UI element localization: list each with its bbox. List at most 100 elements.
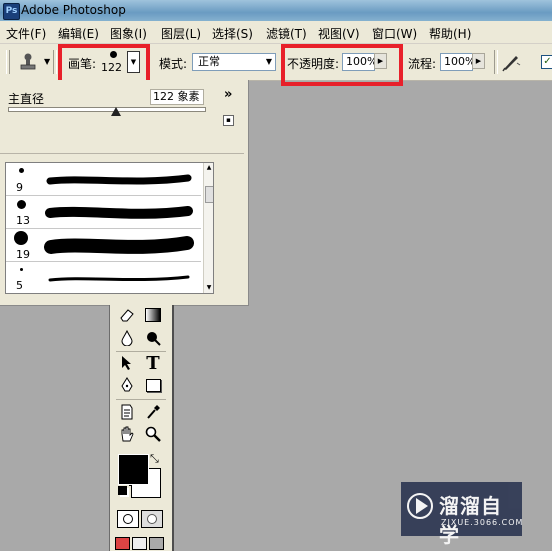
menu-layer[interactable]: 图层(L) bbox=[161, 25, 201, 42]
hand-icon bbox=[121, 426, 134, 442]
burn-hand-icon bbox=[147, 332, 161, 346]
photoshop-app-icon: Ps bbox=[3, 3, 20, 20]
separator bbox=[494, 50, 498, 74]
path-selection-tool[interactable] bbox=[117, 353, 137, 373]
brush-dot bbox=[14, 231, 28, 245]
opacity-label: 不透明度: bbox=[287, 57, 340, 71]
water-drop-icon bbox=[121, 330, 133, 346]
notes-tool[interactable] bbox=[117, 402, 137, 422]
airbrush-icon bbox=[502, 56, 521, 72]
brush-size: 5 bbox=[16, 279, 23, 292]
gradient-tool[interactable] bbox=[143, 305, 163, 325]
menu-edit[interactable]: 编辑(E) bbox=[58, 25, 99, 42]
burn-tool[interactable] bbox=[143, 328, 163, 348]
brush-stroke-preview bbox=[46, 174, 192, 185]
scroll-thumb[interactable] bbox=[205, 186, 213, 203]
preset-dropdown-arrow-icon[interactable]: ▼ bbox=[44, 57, 50, 66]
zoom-tool[interactable] bbox=[143, 424, 163, 444]
brush-stroke-preview bbox=[44, 236, 194, 254]
checkbox[interactable]: ✓ bbox=[541, 55, 552, 69]
eraser-tool[interactable] bbox=[117, 305, 137, 325]
quick-mask-mode-button[interactable] bbox=[141, 510, 163, 528]
menu-window[interactable]: 窗口(W) bbox=[372, 25, 417, 42]
hand-tool[interactable] bbox=[117, 424, 137, 444]
brush-list-scrollbar[interactable]: ▲ ▼ bbox=[203, 163, 213, 293]
brush-list[interactable]: 9 13 19 5 ▲ ▼ bbox=[5, 162, 214, 294]
default-colors-small-icon[interactable] bbox=[118, 486, 127, 495]
grip-divider bbox=[6, 50, 10, 74]
mode-select[interactable]: 正常 ▼ bbox=[192, 53, 276, 71]
brush-dot bbox=[20, 268, 23, 271]
menu-file[interactable]: 文件(F) bbox=[6, 25, 46, 42]
chevron-down-icon: ▼ bbox=[130, 58, 137, 66]
brush-stroke-preview bbox=[48, 275, 190, 282]
brush-size: 9 bbox=[16, 181, 23, 194]
save-brush-icon[interactable]: ▪ bbox=[223, 115, 234, 126]
watermark-logo: 溜溜自学 ZIXUE.3066.COM bbox=[401, 482, 524, 547]
menu-help[interactable]: 帮助(H) bbox=[429, 25, 471, 42]
master-diameter-slider[interactable] bbox=[8, 107, 206, 112]
toolbox-separator bbox=[116, 399, 166, 400]
brush-tip-dot bbox=[110, 51, 117, 58]
menu-image[interactable]: 图象(I) bbox=[110, 25, 147, 42]
note-icon bbox=[121, 404, 133, 420]
full-screen-mode-icon[interactable] bbox=[149, 537, 164, 550]
eraser-icon bbox=[120, 309, 134, 322]
shape-tool[interactable] bbox=[143, 375, 163, 395]
watermark-url: ZIXUE.3066.COM bbox=[441, 518, 524, 527]
mode-value: 正常 bbox=[198, 55, 220, 68]
type-tool[interactable]: T bbox=[143, 352, 163, 374]
flow-slider-button[interactable]: ▶ bbox=[472, 53, 485, 69]
slider-thumb[interactable] bbox=[110, 107, 121, 116]
arrow-cursor-icon bbox=[122, 356, 131, 370]
menu-bar: 文件(F) 编辑(E) 图象(I) 图层(L) 选择(S) 滤镜(T) 视图(V… bbox=[0, 21, 552, 44]
magnifier-icon bbox=[145, 426, 161, 442]
brush-label: 画笔: bbox=[68, 57, 97, 71]
opacity-slider-button[interactable]: ▶ bbox=[374, 53, 387, 69]
brush-size: 13 bbox=[16, 214, 30, 227]
menu-filter[interactable]: 滤镜(T) bbox=[266, 25, 307, 42]
brush-item[interactable]: 13 bbox=[6, 196, 201, 229]
scroll-down-icon[interactable]: ▼ bbox=[204, 283, 213, 293]
foreground-color-swatch[interactable] bbox=[118, 454, 149, 485]
separator bbox=[53, 50, 57, 74]
options-bar: ▼ 画笔: 122 ▼ 模式: 正常 ▼ 不透明度: 100% ▶ 流程: 10… bbox=[0, 44, 552, 86]
stamp-icon bbox=[20, 53, 36, 70]
blur-tool[interactable] bbox=[117, 328, 137, 348]
palette-divider bbox=[0, 153, 244, 154]
opacity-field[interactable]: 100% bbox=[342, 53, 377, 71]
type-icon: T bbox=[146, 352, 160, 374]
brush-size-value: 122 bbox=[101, 61, 122, 74]
brush-item[interactable]: 9 bbox=[6, 163, 201, 196]
swap-colors-icon[interactable]: ⤡ bbox=[150, 452, 159, 466]
brush-preview[interactable]: 122 bbox=[101, 49, 125, 75]
standard-mode-button[interactable] bbox=[117, 510, 139, 528]
window-title: Adobe Photoshop bbox=[21, 3, 126, 17]
brush-item[interactable]: 19 bbox=[6, 229, 201, 262]
palette-expand-icon[interactable]: » bbox=[224, 87, 232, 102]
tool-preset-picker[interactable] bbox=[17, 52, 41, 74]
standard-mode-icon bbox=[123, 514, 133, 524]
menu-view[interactable]: 视图(V) bbox=[318, 25, 360, 42]
pen-nib-icon bbox=[121, 377, 133, 392]
standard-screen-mode-icon[interactable] bbox=[115, 537, 130, 550]
triangle-right-icon: ▶ bbox=[377, 57, 384, 65]
play-logo-icon bbox=[407, 493, 433, 519]
brush-size: 19 bbox=[16, 248, 30, 261]
flow-value: 100% bbox=[444, 55, 476, 68]
eyedropper-tool[interactable] bbox=[143, 402, 163, 422]
brush-picker-dropdown[interactable]: ▼ bbox=[127, 51, 140, 73]
title-bar: Ps Adobe Photoshop bbox=[0, 0, 552, 21]
menu-select[interactable]: 选择(S) bbox=[212, 25, 253, 42]
pen-tool[interactable] bbox=[117, 375, 137, 395]
mode-label: 模式: bbox=[159, 57, 188, 71]
quick-mask-icon bbox=[147, 514, 157, 524]
master-diameter-field[interactable]: 122 象素 bbox=[150, 89, 204, 105]
scroll-up-icon[interactable]: ▲ bbox=[204, 163, 213, 173]
chevron-down-icon: ▼ bbox=[265, 57, 272, 66]
full-screen-menu-mode-icon[interactable] bbox=[132, 537, 147, 550]
airbrush-toggle[interactable] bbox=[500, 51, 522, 73]
brush-item[interactable]: 5 bbox=[6, 262, 201, 293]
brush-dot bbox=[17, 200, 26, 209]
flow-field[interactable]: 100% bbox=[440, 53, 476, 71]
